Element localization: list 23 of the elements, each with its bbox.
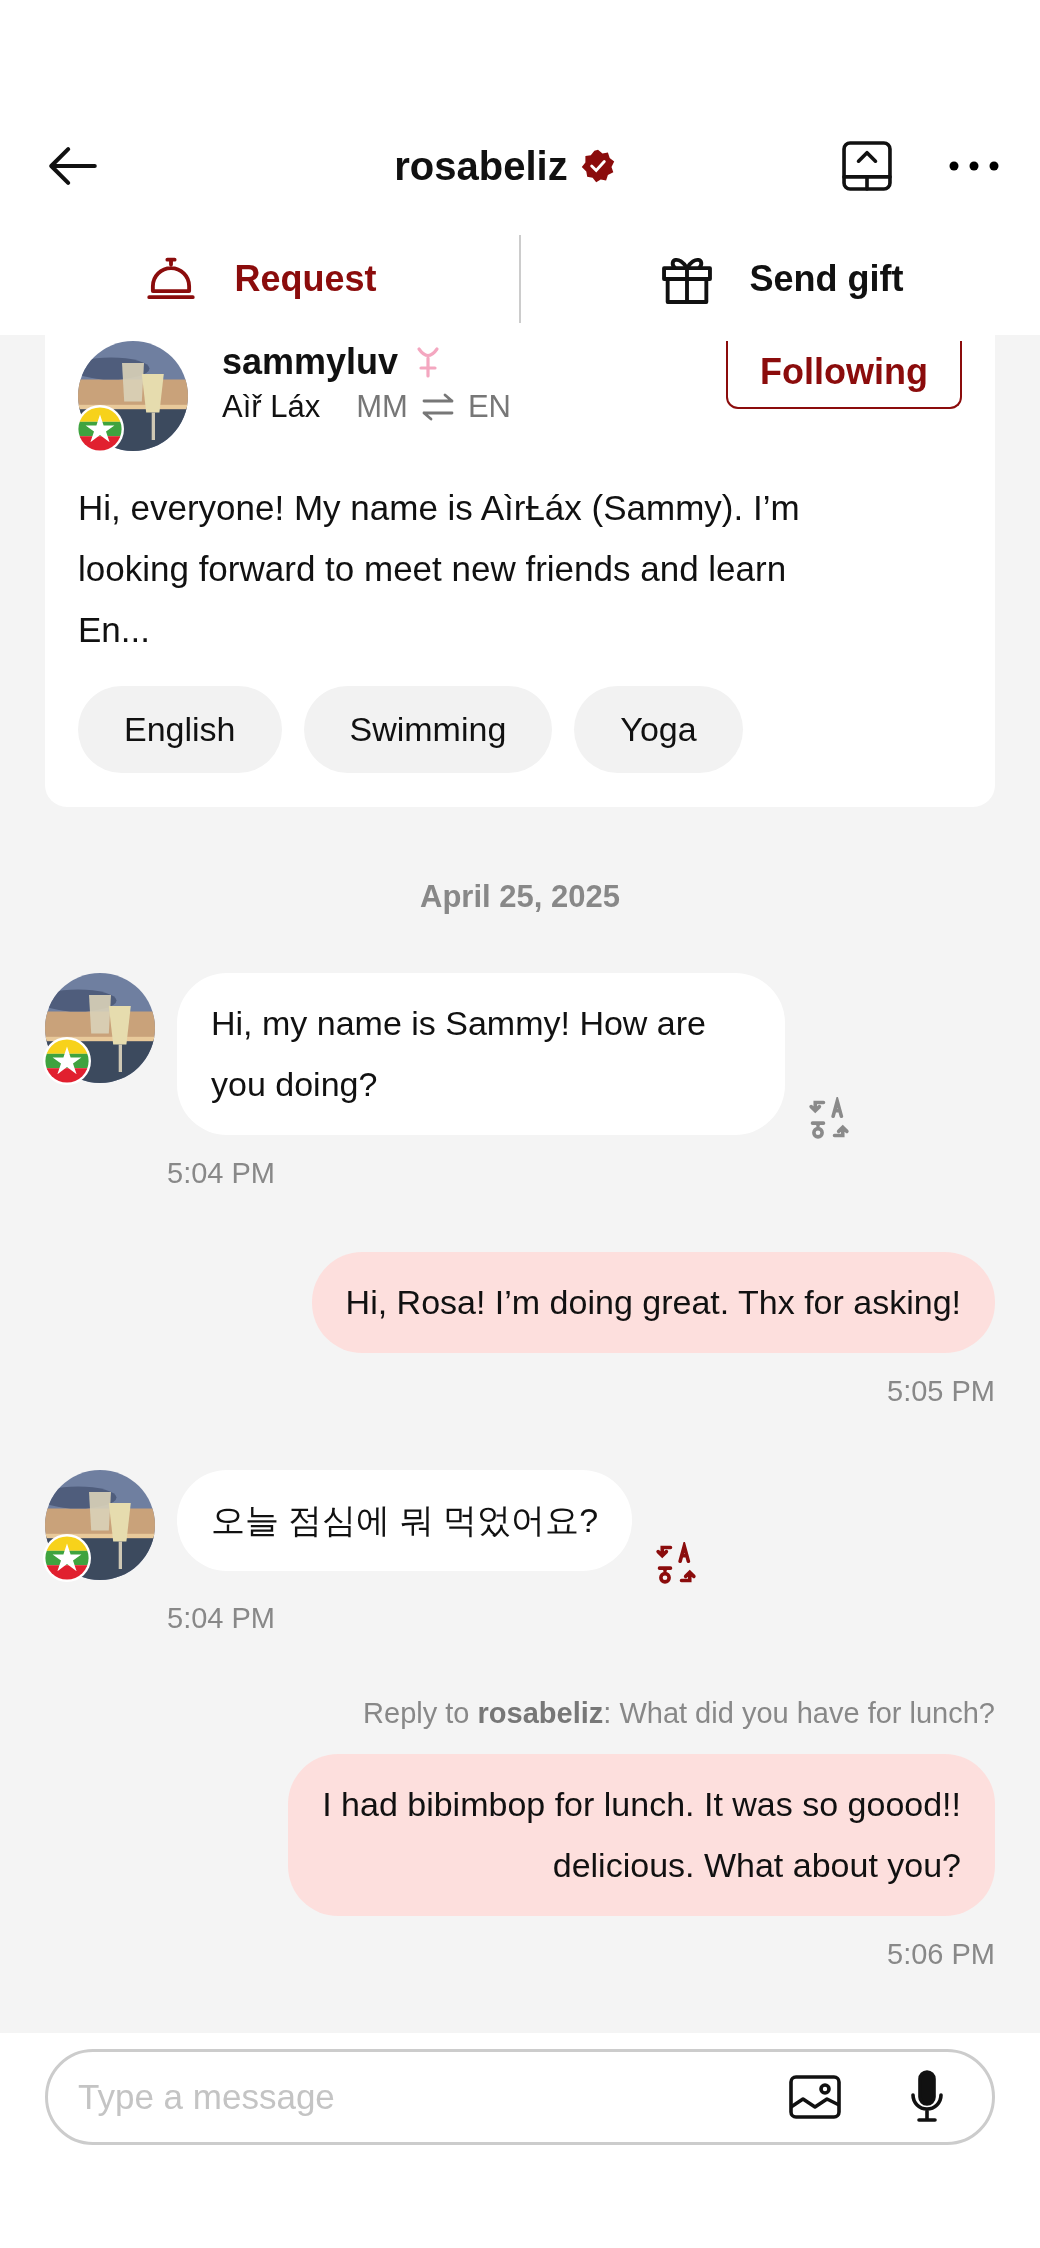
chat-title: rosabeliz [394, 143, 568, 189]
interest-tag: Swimming [303, 686, 553, 774]
message-bubble: Hi, my name is Sammy! How are you doing? [177, 973, 785, 1136]
bio-text: Hi, everyone! My name is AìrȽáx (Sammy). I’m looking forward to meet new friends and learn En... [78, 487, 801, 652]
user-name: sammyluv [222, 341, 399, 384]
message-bubble: I had bibimbop for lunch. It was so goood!! delicious. What about you? [288, 1754, 995, 1917]
date-separator: April 25, 2025 [419, 879, 621, 916]
message-field[interactable]: Type a message [45, 2049, 995, 2146]
local-name: Aìř Láx [222, 389, 321, 426]
message-bubble: Hi, Rosa! I’m doing great. Thx for asking! [311, 1252, 995, 1354]
interest-tag: English [78, 686, 282, 774]
gift-button[interactable]: Send gift [521, 221, 1040, 336]
message-time: 5:06 PM [887, 1938, 995, 1972]
request-button[interactable]: Request [0, 221, 519, 336]
interest-tag: Yoga [574, 686, 743, 774]
message-time: 5:04 PM [167, 1602, 276, 1636]
message-time: 5:04 PM [167, 1157, 276, 1191]
native-language: MM [356, 389, 408, 426]
reply-quote: Reply to rosabeliz: What did you have for lunch? [363, 1697, 995, 1731]
message-bubble: 오늘 점심에 뭐 먹었어요? [177, 1470, 633, 1572]
following-button[interactable]: Following [726, 341, 962, 410]
learning-language: EN [467, 389, 511, 426]
message-time: 5:05 PM [887, 1375, 995, 1409]
